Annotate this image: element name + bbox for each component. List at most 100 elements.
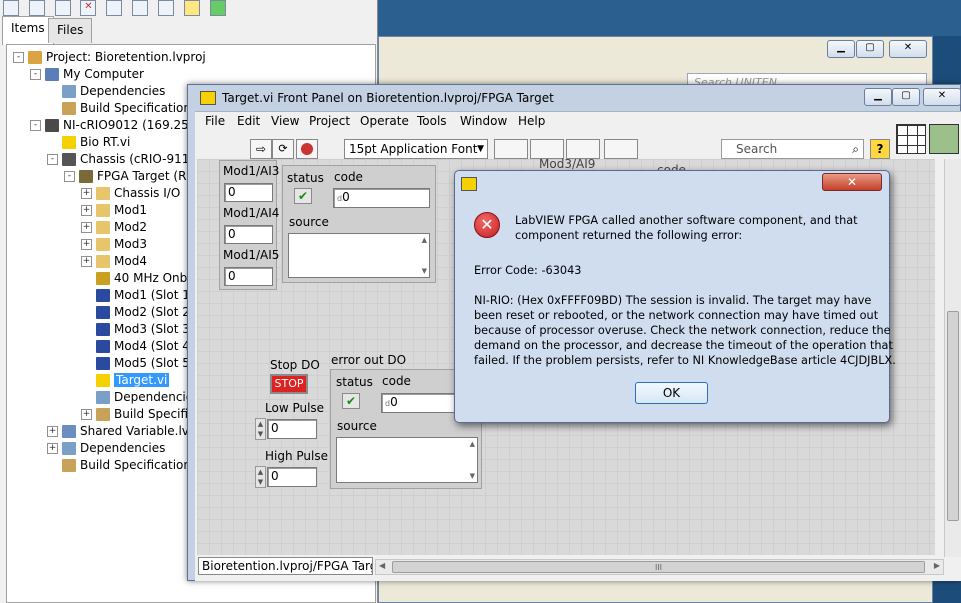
file-view-icon[interactable] — [157, 0, 174, 16]
fpga-icon — [79, 170, 93, 183]
tree-item[interactable]: Build Specifications — [47, 457, 197, 474]
tree-item[interactable]: + Mod2 — [81, 219, 147, 236]
fp-horizontal-scrollbar[interactable]: ◀ III ▶ — [375, 559, 944, 575]
scroll-up-icon[interactable]: ▲ — [470, 440, 475, 448]
tree-item-label: Shared Variable.lvlib — [80, 424, 204, 438]
reorder-icon[interactable] — [604, 139, 638, 159]
expand-icon[interactable]: + — [81, 239, 92, 250]
menu-help[interactable]: Help — [518, 114, 545, 128]
align-objects-icon[interactable] — [494, 139, 528, 159]
abort-button[interactable] — [296, 139, 318, 159]
run-continuously-button[interactable]: ⟳ — [272, 139, 294, 159]
expand-icon[interactable]: + — [81, 205, 92, 216]
menu-operate[interactable]: Operate — [360, 114, 409, 128]
deploy-icon[interactable] — [132, 0, 149, 16]
tree-item[interactable]: Mod3 (Slot 3, — [81, 321, 194, 338]
tree-item[interactable]: Mod4 (Slot 4, — [81, 338, 194, 355]
high-pulse-stepper[interactable]: ▲ ▼ — [255, 466, 266, 488]
run-icon[interactable] — [209, 0, 226, 16]
expand-icon[interactable]: + — [81, 256, 92, 267]
vi-icon-editor[interactable] — [929, 124, 959, 154]
module-icon — [96, 289, 110, 302]
tree-item[interactable]: Mod1 (Slot 1, — [81, 287, 194, 304]
menu-window[interactable]: Window — [460, 114, 507, 128]
fp-close-button[interactable]: ✕ — [923, 88, 961, 106]
dialog-close-button[interactable]: ✕ — [822, 173, 882, 191]
connector-pane-icon[interactable] — [896, 124, 926, 154]
collapse-icon[interactable]: - — [30, 120, 41, 131]
menu-edit[interactable]: Edit — [237, 114, 260, 128]
expand-icon[interactable]: + — [81, 409, 92, 420]
tree-item[interactable]: - My Computer — [30, 66, 144, 83]
tab-files[interactable]: Files — [48, 18, 93, 43]
tree-item[interactable]: Bio RT.vi — [47, 134, 130, 151]
menu-view[interactable]: View — [271, 114, 299, 128]
ok-button[interactable]: OK — [635, 382, 708, 404]
warning-icon[interactable] — [183, 0, 200, 16]
tree-item[interactable]: + Mod1 — [81, 202, 147, 219]
tree-item[interactable]: + Chassis I/O — [81, 185, 180, 202]
fp-maximize-button[interactable]: ▢ — [892, 88, 920, 106]
tree-item[interactable]: + Build Specifica — [81, 406, 202, 423]
scroll-up-icon[interactable]: ▲ — [422, 236, 427, 244]
paste-icon[interactable] — [54, 0, 71, 16]
tree-item[interactable]: + Dependencies — [47, 440, 165, 457]
computer-icon — [45, 68, 59, 81]
menu-tools[interactable]: Tools — [417, 114, 447, 128]
tree-item[interactable]: Mod2 (Slot 2, — [81, 304, 194, 321]
fp-horizontal-scroll-thumb[interactable]: III — [392, 561, 925, 573]
low-pulse-control[interactable]: 0 — [267, 419, 317, 439]
delete-icon[interactable]: ✕ — [80, 0, 97, 16]
tree-item[interactable]: + Mod3 — [81, 236, 147, 253]
tree-item[interactable]: Dependencies — [47, 83, 165, 100]
high-pulse-control[interactable]: 0 — [267, 467, 317, 487]
new-icon[interactable] — [3, 0, 19, 16]
tree-item[interactable]: - NI-cRIO9012 (169.254.4 — [30, 117, 208, 134]
module-icon — [96, 340, 110, 353]
collapse-icon[interactable]: - — [64, 171, 75, 182]
tree-item[interactable]: Target.vi — [81, 372, 170, 389]
stop-do-button[interactable]: STOP — [270, 374, 308, 394]
help-icon[interactable]: ? — [870, 139, 890, 159]
tree-item[interactable]: Mod5 (Slot 5, — [81, 355, 194, 372]
run-arrow-button[interactable]: ⇨ — [250, 139, 272, 159]
expand-icon[interactable]: + — [47, 443, 58, 454]
crio-target-icon — [45, 119, 59, 132]
fp-search-input[interactable]: Search ⌕ — [721, 139, 864, 159]
tree-item[interactable]: Build Specifications — [47, 100, 197, 117]
mod1-ai3-label: Mod1/AI3 — [223, 164, 280, 178]
tree-item[interactable]: + Shared Variable.lvlib — [47, 423, 203, 440]
font-selector[interactable]: 15pt Application Font ▼ — [344, 139, 488, 159]
menu-file[interactable]: File — [205, 114, 225, 128]
expand-icon[interactable]: + — [47, 426, 58, 437]
scroll-down-icon[interactable]: ▼ — [470, 472, 475, 480]
scroll-left-icon[interactable]: ◀ — [379, 561, 385, 570]
build-icon[interactable] — [106, 0, 123, 16]
collapse-icon[interactable]: - — [30, 69, 41, 80]
bg-maximize-button[interactable]: ▢ — [856, 40, 884, 58]
fp-vertical-scroll-thumb[interactable] — [947, 311, 959, 521]
menu-project[interactable]: Project — [309, 114, 350, 128]
expand-icon[interactable]: + — [81, 188, 92, 199]
low-pulse-stepper[interactable]: ▲ ▼ — [255, 418, 266, 440]
collapse-icon[interactable]: - — [47, 154, 58, 165]
tree-item[interactable]: - Chassis (cRIO-9114) — [47, 151, 202, 168]
collapse-icon[interactable]: - — [13, 52, 24, 63]
desktop-background — [378, 0, 961, 36]
tree-item[interactable]: 40 MHz Onbo — [81, 270, 195, 287]
bg-minimize-button[interactable]: ▁ — [827, 40, 855, 58]
bg-close-button[interactable]: ✕ — [889, 40, 927, 58]
distribute-objects-icon[interactable] — [530, 139, 564, 159]
tree-item[interactable]: - Project: Bioretention.lvproj — [13, 49, 206, 66]
tree-item[interactable]: + Mod4 — [81, 253, 147, 270]
tree-item[interactable]: Dependencies — [81, 389, 199, 406]
expand-icon[interactable]: + — [81, 222, 92, 233]
fp-minimize-button[interactable]: ▁ — [864, 88, 892, 106]
resize-objects-icon[interactable] — [566, 139, 600, 159]
scroll-down-icon[interactable]: ▼ — [422, 267, 427, 275]
tree-item[interactable]: - FPGA Target (RIO — [64, 168, 199, 185]
fp-vertical-scrollbar[interactable] — [944, 159, 961, 557]
scroll-right-icon[interactable]: ▶ — [934, 561, 940, 570]
copy-icon[interactable] — [28, 0, 45, 16]
tab-items[interactable]: Items — [2, 16, 54, 45]
